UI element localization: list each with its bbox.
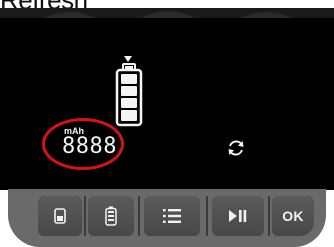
battery-cell-icon xyxy=(105,206,117,226)
battery-segment xyxy=(121,86,137,96)
single-cell-key[interactable] xyxy=(38,196,82,236)
key-divider xyxy=(268,196,270,236)
play-pause-icon xyxy=(229,210,247,222)
refresh-cycle-icon xyxy=(228,140,244,156)
battery-cell-key[interactable] xyxy=(88,196,134,236)
lcd-screen xyxy=(0,18,334,190)
ok-key[interactable]: OK xyxy=(272,196,314,236)
battery-icon xyxy=(115,63,143,127)
play-pause-key[interactable] xyxy=(212,196,264,236)
menu-list-icon xyxy=(163,209,181,223)
single-cell-icon xyxy=(54,208,66,224)
device-bezel-top xyxy=(0,8,334,20)
menu-key[interactable] xyxy=(144,196,200,236)
key-divider xyxy=(138,196,140,236)
battery-segment xyxy=(121,98,137,108)
down-triangle-icon xyxy=(124,56,132,62)
key-divider xyxy=(84,196,86,236)
battery-segment xyxy=(121,74,137,84)
key-divider xyxy=(206,196,208,236)
ok-key-label: OK xyxy=(282,208,304,224)
readout-highlight-circle xyxy=(42,118,124,170)
battery-segment xyxy=(121,110,137,121)
